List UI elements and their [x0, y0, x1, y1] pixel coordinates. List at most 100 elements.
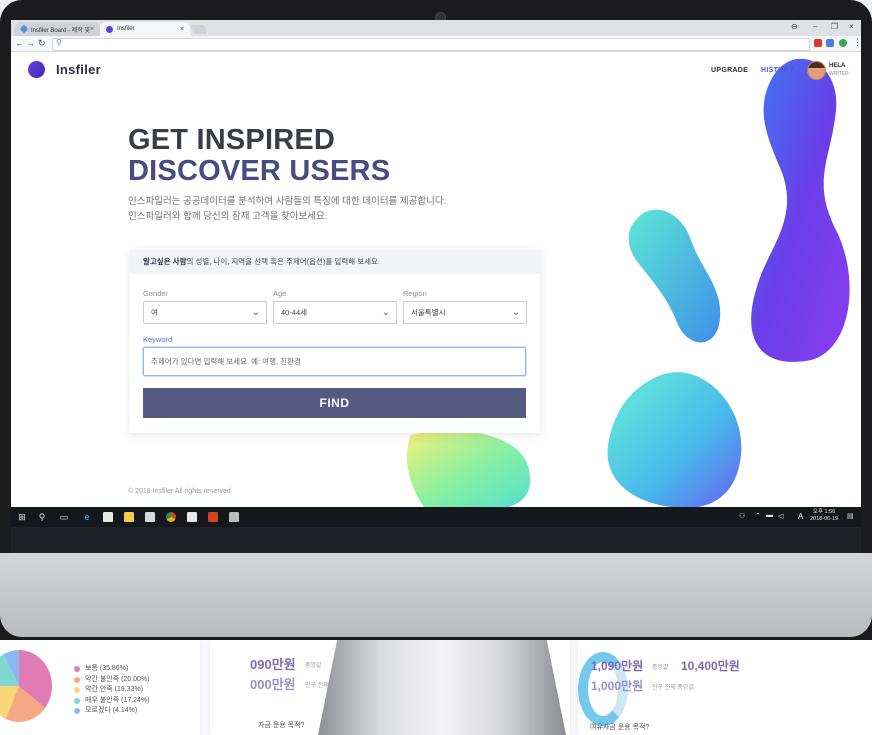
extension-google-icon[interactable]: [839, 39, 847, 47]
extension-red-icon[interactable]: [814, 39, 822, 47]
clock-time: 오후 1:56: [812, 509, 836, 515]
age-select[interactable]: 40-44세 ⌄: [273, 301, 397, 324]
tray-expand-icon[interactable]: ⌃: [755, 512, 761, 520]
legend-dot: [74, 666, 80, 673]
legend-dot: [74, 676, 80, 683]
tab-label: Insfiler Board - 제작 및 ...: [31, 27, 90, 34]
minimize-button[interactable]: –: [813, 22, 817, 31]
screen-lower-edge: [11, 527, 861, 553]
taskbar-clock[interactable]: 오후 1:56 2018-06-19: [810, 509, 838, 523]
keyword-label: Keyword: [143, 335, 173, 344]
background-value: 1,000만원: [591, 679, 644, 693]
insfiler-favicon-icon: [106, 25, 113, 33]
account-icon[interactable]: ⊖: [791, 22, 798, 31]
legend-item: 약간 안족 (19.33%): [74, 685, 150, 696]
restore-button[interactable]: ❐: [831, 22, 838, 31]
notification-icon[interactable]: ▤: [847, 512, 854, 520]
monitor-chin: [0, 553, 872, 637]
region-select[interactable]: 서울특별시 ⌄: [403, 301, 527, 324]
extension-translate-icon[interactable]: [826, 39, 834, 47]
insfiler-logo-icon[interactable]: [28, 61, 45, 78]
back-arrow-icon[interactable]: ←: [15, 38, 24, 48]
file-explorer-icon[interactable]: [124, 512, 134, 522]
region-value: 서울특별시: [411, 308, 446, 317]
legend-label: 매우 불안족 (17.24%): [85, 696, 150, 704]
form-instruction: 알고싶은 사람의 성별, 나이, 지역을 선택 혹은 주제어(옵션)를 입력해 …: [130, 249, 540, 274]
background-value-note: 중앙값: [652, 665, 669, 671]
upgrade-link[interactable]: UPGRADE: [711, 67, 748, 74]
region-label: Region: [403, 289, 427, 298]
gender-value: 여: [151, 308, 158, 317]
search-icon[interactable]: ⚲: [36, 511, 48, 523]
app-icon[interactable]: [229, 512, 239, 522]
chrome-icon[interactable]: [166, 512, 176, 522]
store-icon[interactable]: [145, 512, 155, 522]
legend-item: 약간 불안족 (20.00%): [74, 675, 150, 686]
monitor-stand: [318, 637, 566, 735]
background-value-note: 중앙값: [305, 663, 322, 669]
app-icon[interactable]: [187, 512, 197, 522]
background-question: 여유자금 운용 목적?: [590, 724, 650, 731]
form-instruction-bold: 알고싶은 사람: [143, 257, 187, 266]
history-link[interactable]: HISTORY: [761, 67, 794, 74]
mail-icon[interactable]: [103, 512, 113, 522]
menu-kebab-icon[interactable]: ⋮: [853, 37, 861, 48]
tab-label: Insfiler: [117, 26, 135, 32]
browser-tab-insfiler[interactable]: Insfiler ×: [100, 22, 190, 36]
brand-name[interactable]: Insfiler: [56, 62, 101, 77]
board-favicon-icon: [19, 24, 29, 34]
new-tab-button[interactable]: [190, 25, 208, 34]
decorative-blob-teal-large: [607, 372, 742, 509]
background-value: 000만원: [250, 677, 296, 692]
background-value: 1,090만원: [591, 659, 644, 673]
reload-icon[interactable]: ↻: [38, 38, 46, 49]
chevron-down-icon: ⌄: [511, 307, 520, 318]
copyright-footer: © 2018 Insfiler All rights reserved: [128, 488, 231, 495]
windows-taskbar: ⊞ ⚲ ▭ e ⚇ ⌃ ▬ ◁ A 오후 1:56 2018-06-19 ▤: [11, 507, 861, 527]
ime-indicator[interactable]: A: [798, 512, 803, 521]
address-bar[interactable]: ⚲: [52, 38, 810, 51]
screen: Insfiler Board - 제작 및 ... × Insfiler × ⊖…: [11, 20, 861, 553]
background-value: 090만원: [250, 657, 296, 672]
decorative-blob-purple: [751, 58, 850, 362]
legend-item: 모르겠다 (4.14%): [74, 706, 150, 717]
close-tab-icon[interactable]: ×: [180, 26, 184, 33]
search-form-card: 알고싶은 사람의 성별, 나이, 지역을 선택 혹은 주제어(옵션)를 입력해 …: [130, 249, 540, 433]
browser-tab-bar: Insfiler Board - 제작 및 ... × Insfiler × ⊖…: [11, 20, 861, 36]
forward-arrow-icon[interactable]: →: [26, 38, 35, 48]
legend-dot: [74, 687, 80, 694]
task-view-icon[interactable]: ▭: [58, 511, 70, 523]
find-button[interactable]: FIND: [143, 388, 526, 418]
legend-item: 보통 (35.86%): [74, 664, 150, 675]
decorative-blob-teal-small: [628, 209, 721, 343]
close-tab-icon[interactable]: ×: [90, 26, 94, 33]
browser-toolbar: ← → ↻ ⚲ ⋮: [11, 36, 861, 52]
hero-title-line2: DISCOVER USERS: [128, 155, 391, 187]
hero-description-line2: 인스파일러와 함께 당신의 잠재 고객을 찾아보세요.: [128, 211, 328, 222]
clock-date: 2018-06-19: [810, 516, 839, 522]
volume-icon[interactable]: ◁: [778, 512, 783, 520]
browser-tab-board[interactable]: Insfiler Board - 제작 및 ... ×: [15, 22, 100, 36]
background-pie-legend: 보통 (35.86%) 약간 불안족 (20.00%) 약간 안족 (19.33…: [74, 664, 150, 717]
people-icon[interactable]: ⚇: [739, 512, 745, 520]
keyword-input[interactable]: 주제어가 있다면 입력해 보세요. 예: 여행, 친환경: [143, 347, 526, 376]
legend-label: 보통 (35.86%): [85, 665, 129, 672]
decorative-blob-green: [406, 430, 531, 510]
hero-title-line1: GET INSPIRED: [128, 124, 336, 156]
close-window-button[interactable]: ×: [849, 22, 854, 31]
network-icon[interactable]: ▬: [766, 512, 773, 519]
legend-label: 모르겠다 (4.14%): [85, 707, 138, 714]
background-value-note: 인구 전체 중앙값: [652, 685, 694, 691]
gender-select[interactable]: 여 ⌄: [143, 301, 267, 324]
gender-label: Gender: [143, 289, 169, 298]
user-role: WRITER: [829, 71, 849, 77]
chevron-down-icon: ⌄: [251, 307, 260, 318]
hero-description: 인스파일러는 공공데이터를 분석하여 사람들의 특징에 대한 데이터를 제공합니…: [128, 194, 446, 224]
windows-start-icon[interactable]: ⊞: [16, 511, 28, 523]
chevron-down-icon: ⌄: [381, 307, 390, 318]
edge-browser-icon[interactable]: e: [81, 511, 93, 523]
keyword-placeholder: 주제어가 있다면 입력해 보세요. 예: 여행, 친환경: [151, 357, 301, 366]
legend-label: 약간 불안족 (20.00%): [85, 675, 150, 683]
powerpoint-icon[interactable]: [208, 512, 218, 522]
user-avatar[interactable]: [807, 61, 826, 80]
